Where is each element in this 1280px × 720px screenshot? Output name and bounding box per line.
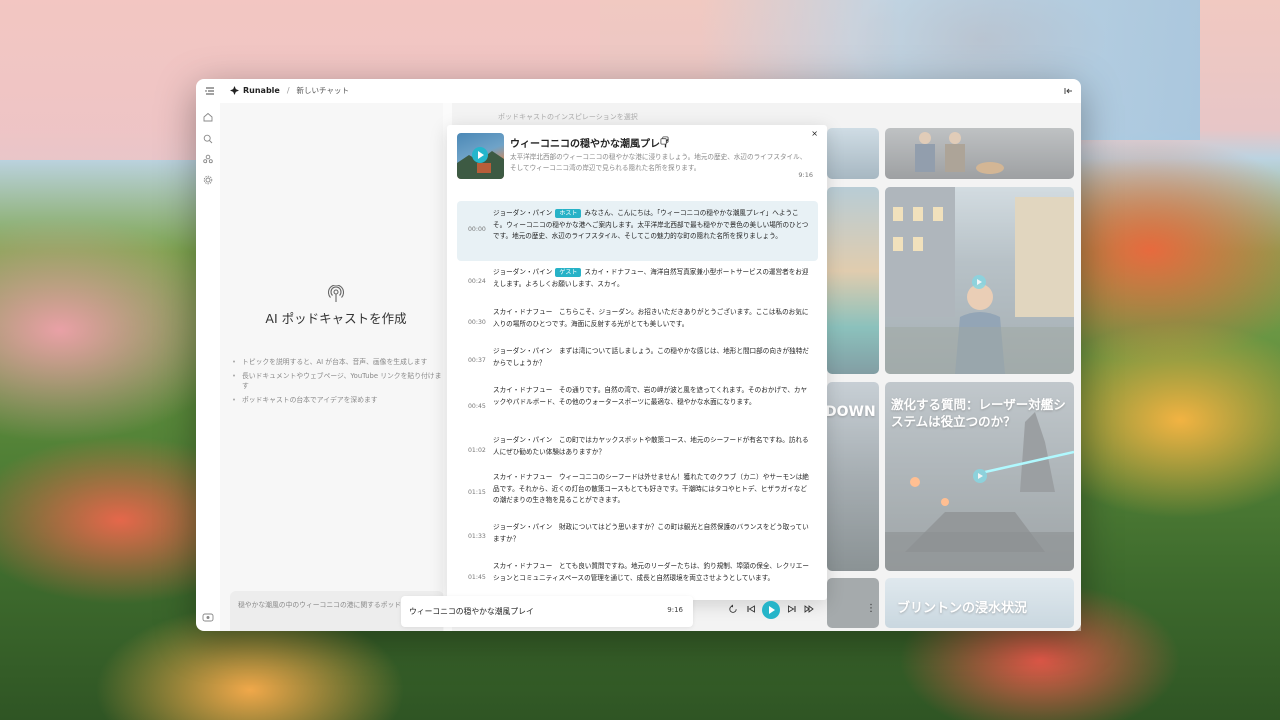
- segment-text: ジョーダン・パイン この町ではカヤックスポットや散策コース、地元のシーフードが有…: [493, 435, 811, 458]
- speaker-name: ジョーダン・パイン: [493, 436, 553, 444]
- transcript-segment[interactable]: 01:15 スカイ・ドナフュー ウィーコニコのシーフードは外せません！獲れたての…: [457, 471, 818, 519]
- top-bar: Runable / 新しいチャット: [196, 79, 1081, 103]
- sidebar-menu-icon[interactable]: [205, 86, 215, 96]
- podcast-icon: [328, 285, 344, 302]
- breadcrumb: Runable / 新しいチャット: [230, 85, 349, 96]
- segment-text: スカイ・ドナフュー とても良い質問ですね。地元のリーダーたちは、釣り規制、埠頭の…: [493, 561, 811, 584]
- segment-text: ジョーダン・パイン 財政についてはどう思いますか？この町は観光と自然保護のバラン…: [493, 522, 811, 545]
- breadcrumb-separator: /: [286, 86, 290, 95]
- podcast-detail-modal: × ウィーコニコの穏やかな潮風プレイ 太平洋岸北西部のウィーコニコの穏やかな港に…: [447, 125, 827, 600]
- segment-text: スカイ・ドナフュー その通りです。自然の湾で、岩の岬が波と風を遮ってくれます。そ…: [493, 385, 811, 408]
- now-playing-duration: 9:16: [667, 606, 683, 614]
- tips-list: トピックを説明すると、AI が台本、音声、画像を生成します 長いドキュメントやウ…: [232, 357, 444, 409]
- segment-time: 00:00: [468, 226, 486, 233]
- segment-text: ジョーダン・パイン ホスト みなさん、こんにちは。「ウィーコニコの穏やかな潮風プレイ…: [493, 208, 811, 243]
- search-icon[interactable]: [203, 134, 213, 144]
- tip-item: ポッドキャストの台本でアイデアを深めます: [232, 395, 444, 405]
- segment-time: 00:37: [468, 357, 486, 364]
- transcript-segment[interactable]: 01:45 スカイ・ドナフュー とても良い質問ですね。地元のリーダーたちは、釣り…: [457, 558, 818, 598]
- speaker-name: ジョーダン・パイン: [493, 209, 553, 217]
- gear-icon[interactable]: [203, 175, 213, 185]
- create-panel: AI ポッドキャストを作成 トピックを説明すると、AI が台本、音声、画像を生成…: [220, 103, 452, 631]
- panel-title: AI ポッドキャストを作成: [265, 311, 407, 326]
- speaker-name: スカイ・ドナフュー: [493, 308, 553, 316]
- breadcrumb-current[interactable]: 新しいチャット: [297, 85, 349, 96]
- transcript-list: 00:00 ジョーダン・パイン ホスト みなさん、こんにちは。「ウィーコニコの穏やか…: [447, 201, 827, 600]
- segment-time: 00:45: [468, 403, 486, 410]
- role-badge: ホスト: [555, 209, 582, 218]
- account-icon[interactable]: [202, 611, 214, 623]
- speaker-name: スカイ・ドナフュー: [493, 562, 553, 570]
- speaker-name: ジョーダン・パイン: [493, 347, 553, 355]
- now-playing-title: ウィーコニコの穏やかな潮風プレイ: [409, 607, 534, 616]
- play-icon[interactable]: [472, 147, 488, 163]
- segment-time: 01:15: [468, 489, 486, 496]
- segment-time: 01:45: [468, 574, 486, 581]
- play-button[interactable]: [762, 601, 780, 619]
- sidebar: [196, 103, 220, 631]
- fast-forward-icon[interactable]: [804, 604, 814, 614]
- speaker-name: ジョーダン・パイン: [493, 523, 553, 531]
- runable-logo-icon: [230, 86, 239, 95]
- home-icon[interactable]: [203, 112, 213, 122]
- role-badge: ゲスト: [555, 268, 582, 277]
- speaker-name: ジョーダン・パイン: [493, 268, 553, 276]
- collapse-panel-icon[interactable]: [1063, 86, 1073, 96]
- speaker-name: スカイ・ドナフュー: [493, 386, 553, 394]
- now-playing[interactable]: ウィーコニコの穏やかな潮風プレイ 9:16: [401, 596, 693, 627]
- transcript-segment[interactable]: 00:37 ジョーダン・パイン まずは湾について話しましょう。この穏やかな感じは…: [457, 345, 818, 379]
- podcast-duration: 9:16: [798, 171, 813, 179]
- previous-icon[interactable]: [746, 604, 756, 614]
- transcript-segment[interactable]: 00:00 ジョーダン・パイン ホスト みなさん、こんにちは。「ウィーコニコの穏やか…: [457, 201, 818, 261]
- podcast-thumbnail[interactable]: [457, 133, 504, 179]
- rewind-icon[interactable]: [728, 604, 738, 614]
- transcript-segment[interactable]: 00:24 ジョーダン・パイン ゲスト スカイ・ドナフュー、海洋自然写真家兼小型ボー…: [457, 265, 818, 301]
- segment-time: 00:24: [468, 278, 486, 285]
- transcript-segment[interactable]: 00:45 スカイ・ドナフュー その通りです。自然の湾で、岩の岬が波と風を遮って…: [457, 383, 818, 431]
- next-icon[interactable]: [787, 604, 797, 614]
- segment-text: ジョーダン・パイン ゲスト スカイ・ドナフュー、海洋自然写真家兼小型ボートサービスの…: [493, 267, 811, 290]
- speaker-name: スカイ・ドナフュー: [493, 473, 553, 481]
- tip-item: トピックを説明すると、AI が台本、音声、画像を生成します: [232, 357, 444, 367]
- more-options-button[interactable]: ⋮: [866, 603, 876, 614]
- segment-time: 01:02: [468, 447, 486, 454]
- copy-icon[interactable]: [660, 136, 669, 145]
- people-icon[interactable]: [203, 154, 213, 164]
- tip-item: 長いドキュメントやウェブページ、YouTube リンクを貼り付けます: [232, 371, 444, 391]
- podcast-description: 太平洋岸北西部のウィーコニコの穏やかな港に浸りましょう。地元の歴史、水辺のライフ…: [510, 153, 807, 172]
- segment-text: ジョーダン・パイン まずは湾について話しましょう。この穏やかな感じは、地形と間口…: [493, 346, 811, 369]
- transcript-segment[interactable]: 01:02 ジョーダン・パイン この町ではカヤックスポットや散策コース、地元のシ…: [457, 434, 818, 470]
- podcast-title: ウィーコニコの穏やかな潮風プレイ: [510, 139, 670, 150]
- close-button[interactable]: ×: [811, 129, 818, 138]
- segment-text: スカイ・ドナフュー ウィーコニコのシーフードは外せません！獲れたてのクラブ（カニ…: [493, 472, 811, 507]
- brand-name[interactable]: Runable: [243, 86, 280, 95]
- segment-time: 01:33: [468, 533, 486, 540]
- transcript-segment[interactable]: 01:33 ジョーダン・パイン 財政についてはどう思いますか？この町は観光と自然…: [457, 521, 818, 557]
- segment-time: 00:30: [468, 319, 486, 326]
- segment-text: スカイ・ドナフュー こちらこそ、ジョーダン。お招きいただきありがとうございます。…: [493, 307, 811, 330]
- transcript-segment[interactable]: 00:30 スカイ・ドナフュー こちらこそ、ジョーダン。お招きいただきありがとう…: [457, 305, 818, 341]
